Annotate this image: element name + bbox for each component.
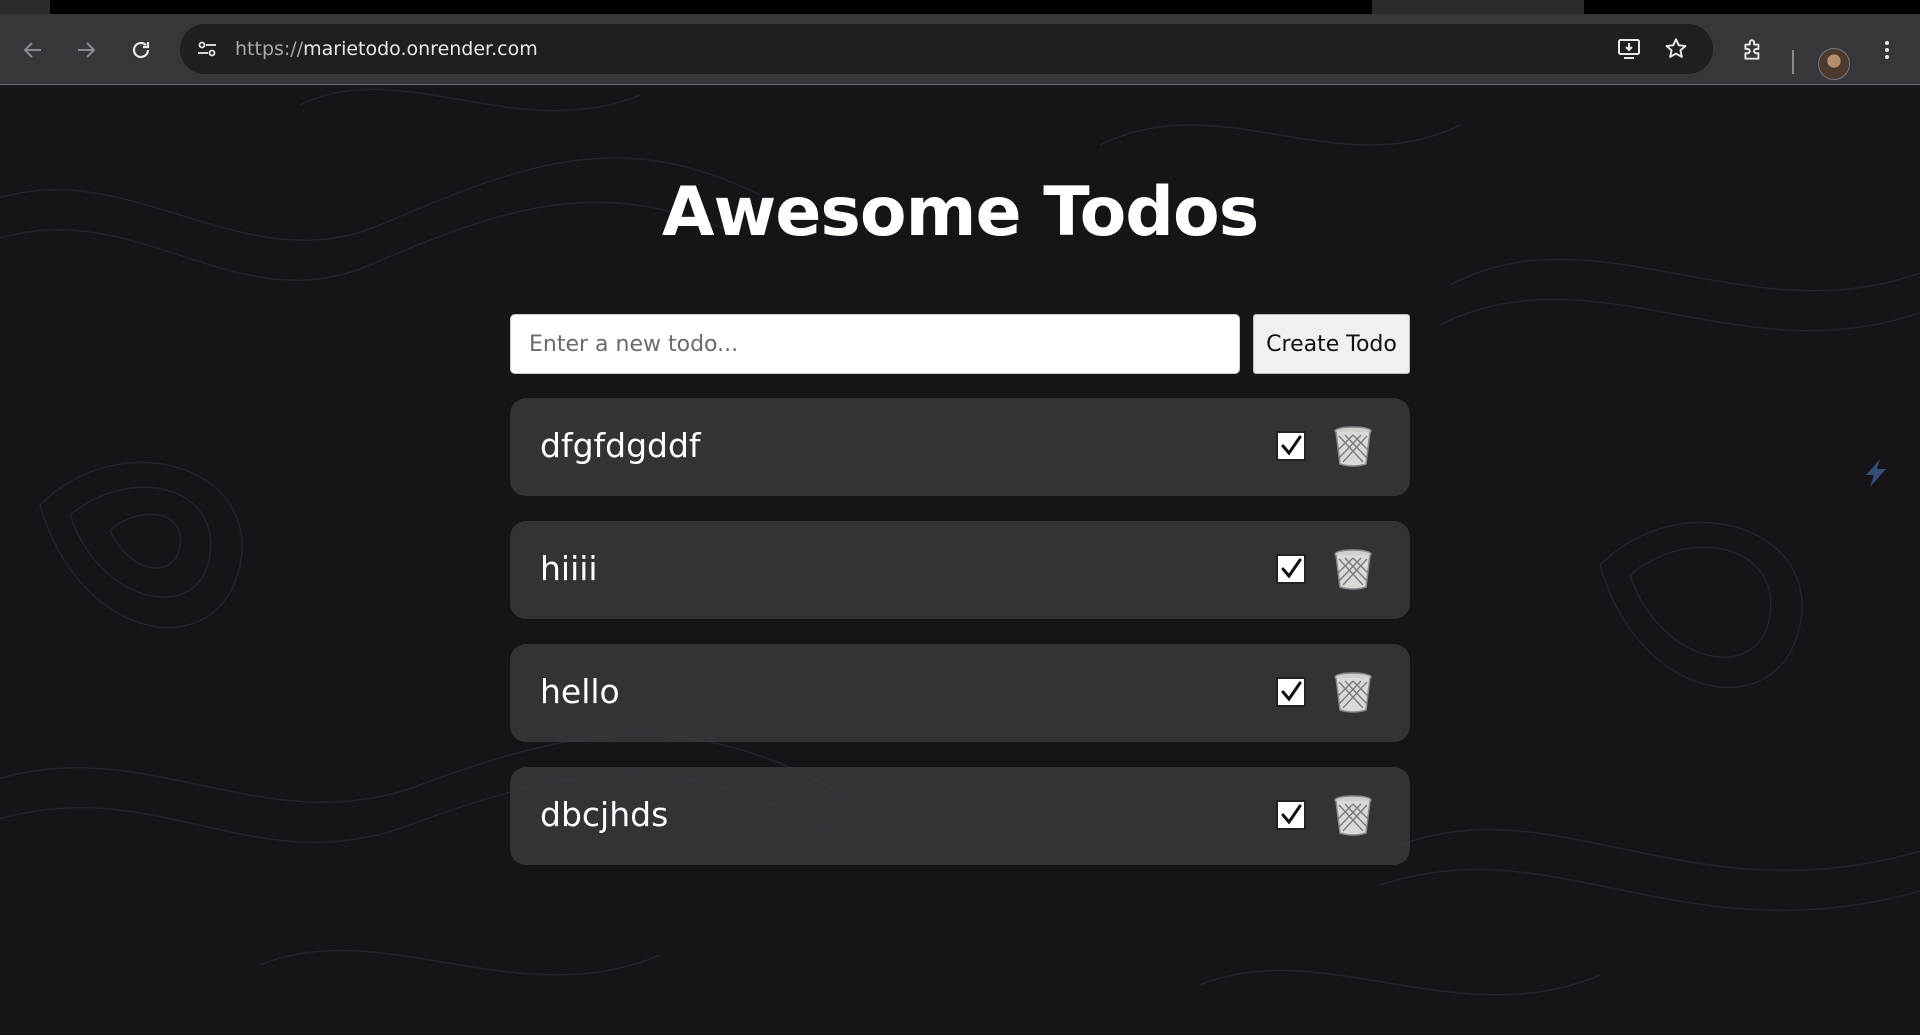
bookmark-star-icon[interactable] [1662,35,1690,63]
tab-strip-dark-area [1584,0,1920,14]
new-todo-input[interactable] [510,314,1240,374]
todo-item: dbcjhds [510,767,1410,865]
todo-item: dfgfdgddf [510,398,1410,496]
checkbox-icon[interactable] [1276,677,1306,707]
url-host: marietodo.onrender.com [303,38,538,60]
avatar[interactable] [1818,48,1850,80]
toolbar-separator [1792,50,1794,74]
tab-strip [0,0,1920,14]
back-icon[interactable] [19,36,47,64]
trash-icon[interactable] [1333,670,1373,714]
reload-icon[interactable] [127,36,155,64]
todo-list: dfgfdgddf hiiii hello dbcjhds [510,398,1410,890]
menu-icon[interactable] [1873,36,1901,64]
todo-text: hello [540,672,620,711]
address-bar[interactable]: https://marietodo.onrender.com [180,24,1713,74]
install-app-icon[interactable] [1615,35,1643,63]
todo-text: dfgfdgddf [540,426,701,465]
checkbox-icon[interactable] [1276,431,1306,461]
extensions-icon[interactable] [1739,36,1767,64]
trash-icon[interactable] [1333,547,1373,591]
forward-icon[interactable] [72,36,100,64]
tab-strip-dark-area [50,0,1372,14]
extension-bolt-icon[interactable] [1858,455,1894,491]
page-viewport: Awesome Todos Create Todo dfgfdgddf hiiii… [0,85,1920,1035]
todo-item: hiiii [510,521,1410,619]
url-text: https://marietodo.onrender.com [235,38,538,60]
todo-item: hello [510,644,1410,742]
url-scheme: https:// [235,38,304,60]
todo-text: dbcjhds [540,795,669,834]
todo-text: hiiii [540,549,598,588]
checkbox-icon[interactable] [1276,800,1306,830]
page-title: Awesome Todos [661,173,1259,252]
checkbox-icon[interactable] [1276,554,1306,584]
trash-icon[interactable] [1333,793,1373,837]
create-todo-button[interactable]: Create Todo [1253,314,1410,374]
trash-icon[interactable] [1333,424,1373,468]
browser-toolbar: https://marietodo.onrender.com [0,14,1920,85]
site-info-icon[interactable] [193,35,221,63]
